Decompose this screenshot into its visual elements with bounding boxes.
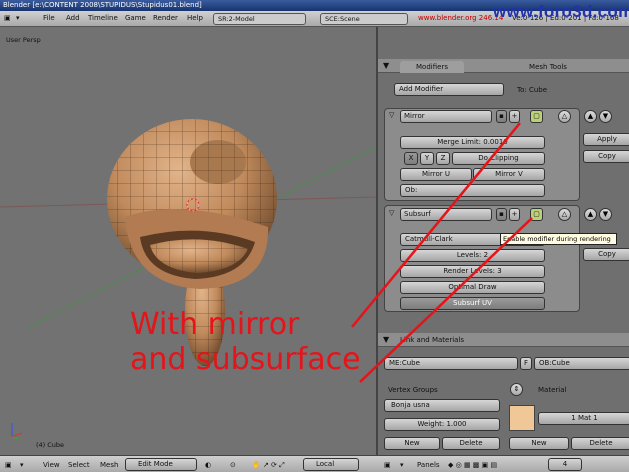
vertex-group-menu-icon[interactable]: ⇕ — [510, 383, 523, 396]
modifier-up-icon[interactable]: △ — [558, 110, 571, 123]
render-toggle-icon[interactable]: ▪ — [496, 110, 507, 123]
blender-site-link[interactable]: www.blender.org 246.14 — [418, 14, 503, 22]
links-title: Link and Materials — [400, 336, 465, 344]
vertex-group-new-button[interactable]: New — [384, 437, 440, 450]
tooltip: Enable modifier during rendering — [500, 233, 617, 245]
axis-gizmo — [11, 423, 23, 440]
weight-slider[interactable]: Weight: 1.000 — [384, 418, 500, 431]
mirror-v-toggle[interactable]: Mirror V — [473, 168, 545, 181]
tab-mesh-tools[interactable]: Mesh Tools — [508, 61, 588, 73]
fake-user-toggle[interactable]: F — [520, 357, 532, 370]
mirror-collapse-icon[interactable]: ▽ — [389, 111, 394, 119]
panels-menu[interactable]: Panels — [417, 461, 440, 469]
orientation-dropdown[interactable]: Local — [303, 458, 359, 471]
annotation-line-1: With mirror — [130, 307, 300, 342]
collapse-arrow-icon[interactable]: ▼ — [383, 335, 389, 344]
editor-type-icon[interactable]: ▣ — [4, 14, 11, 22]
3d-viewport[interactable]: User Persp (4) Cube — [0, 27, 376, 455]
menu-view[interactable]: View — [43, 461, 60, 469]
material-delete-button[interactable]: Delete — [571, 437, 629, 450]
move-down-icon[interactable]: ▼ — [599, 110, 612, 123]
screen-selector[interactable]: SR:2-Model — [213, 13, 306, 25]
menu-timeline[interactable]: Timeline — [88, 14, 118, 22]
move-up-icon[interactable]: ▲ — [584, 110, 597, 123]
object-name-field[interactable]: OB:Cube — [534, 357, 629, 370]
optimal-draw-toggle[interactable]: Optimal Draw — [400, 281, 545, 294]
mode-dropdown[interactable]: Edit Mode — [125, 458, 197, 471]
merge-limit-slider[interactable]: Merge Limit: 0.0010 — [400, 136, 545, 149]
material-new-button[interactable]: New — [509, 437, 569, 450]
add-modifier-dropdown[interactable]: Add Modifier — [394, 83, 504, 96]
menu-help[interactable]: Help — [187, 14, 203, 22]
modifier-up-icon[interactable]: △ — [558, 208, 571, 221]
menu-add[interactable]: Add — [66, 14, 80, 22]
menu-game[interactable]: Game — [125, 14, 146, 22]
editmode-cage-icon[interactable]: + — [509, 208, 520, 221]
material-label: Material — [538, 386, 567, 394]
viewport-label: User Persp — [6, 36, 41, 44]
move-down-icon[interactable]: ▼ — [599, 208, 612, 221]
axis-x-toggle[interactable]: X — [404, 152, 418, 165]
editor-type-icon[interactable]: ▣ — [5, 461, 12, 469]
material-index-field[interactable]: 1 Mat 1 — [538, 412, 629, 425]
pivot-icon[interactable]: ⊙ — [230, 461, 236, 469]
draw-type-icon[interactable]: ◐ — [205, 461, 211, 469]
vertex-group-field[interactable]: Bonja usna — [384, 399, 500, 412]
scene-selector[interactable]: SCE:Scene — [320, 13, 408, 25]
menu-render[interactable]: Render — [153, 14, 178, 22]
vertex-groups-label: Vertex Groups — [388, 386, 438, 394]
mesh-datablock-field[interactable]: ME:Cube — [384, 357, 518, 370]
collapse-icon[interactable]: ▾ — [20, 461, 24, 469]
frame-field[interactable]: 4 — [548, 458, 582, 471]
menu-mesh[interactable]: Mesh — [100, 461, 118, 469]
watermark: www.foro3d.com — [493, 2, 629, 21]
do-clipping-toggle[interactable]: Do Clipping — [452, 152, 545, 165]
vertex-group-delete-button[interactable]: Delete — [442, 437, 500, 450]
mirror-u-toggle[interactable]: Mirror U — [400, 168, 472, 181]
context-icons[interactable]: ◆ ◎ ▦ ▩ ▣ ▤ — [448, 461, 497, 469]
editmode-cage-icon[interactable]: + — [509, 110, 520, 123]
mirror-object-field[interactable]: Ob: — [400, 184, 545, 197]
bottom-header-bar: ▣ ▾ View Select Mesh Edit Mode ◐ ⊙ ✋ ↗ ⟳… — [0, 455, 629, 472]
annotation-text: With mirror and subsurface — [130, 307, 361, 377]
collapse-arrow-icon[interactable]: ▼ — [383, 61, 389, 70]
subsurf-collapse-icon[interactable]: ▽ — [389, 209, 394, 217]
realtime-toggle-icon[interactable]: ▢ — [530, 208, 543, 221]
widget-icons[interactable]: ✋ ↗ ⟳ ⤢ — [252, 461, 285, 470]
tab-modifiers[interactable]: Modifiers — [400, 61, 464, 73]
links-header: ▼ Link and Materials — [378, 333, 629, 347]
modifiers-header: ▼ Modifiers Mesh Tools — [378, 59, 629, 73]
active-object-label: (4) Cube — [36, 441, 65, 449]
axis-z-toggle[interactable]: Z — [436, 152, 450, 165]
render-toggle-icon[interactable]: ▪ — [496, 208, 507, 221]
menu-select[interactable]: Select — [68, 461, 90, 469]
levels-slider[interactable]: Levels: 2 — [400, 249, 545, 262]
mirror-name-field[interactable]: Mirror — [400, 110, 492, 123]
realtime-toggle-icon[interactable]: ▢ — [530, 110, 543, 123]
modifier-target-label: To: Cube — [517, 86, 548, 94]
copy-button[interactable]: Copy — [583, 150, 629, 163]
panel-editor-icon[interactable]: ▣ — [384, 461, 391, 469]
collapse-icon[interactable]: ▾ — [16, 14, 20, 22]
collapse-icon[interactable]: ▾ — [400, 461, 404, 469]
viewport-scene — [0, 119, 376, 440]
move-up-icon[interactable]: ▲ — [584, 208, 597, 221]
material-color-swatch[interactable] — [509, 405, 535, 431]
subsurf-uv-toggle[interactable]: Subsurf UV — [400, 297, 545, 310]
menu-file[interactable]: File — [43, 14, 55, 22]
copy-button[interactable]: Copy — [583, 248, 629, 261]
axis-y-toggle[interactable]: Y — [420, 152, 434, 165]
annotation-line-2: and subsurface — [130, 342, 361, 377]
subsurf-name-field[interactable]: Subsurf — [400, 208, 492, 221]
render-levels-slider[interactable]: Render Levels: 3 — [400, 265, 545, 278]
apply-button[interactable]: Apply — [583, 133, 629, 146]
